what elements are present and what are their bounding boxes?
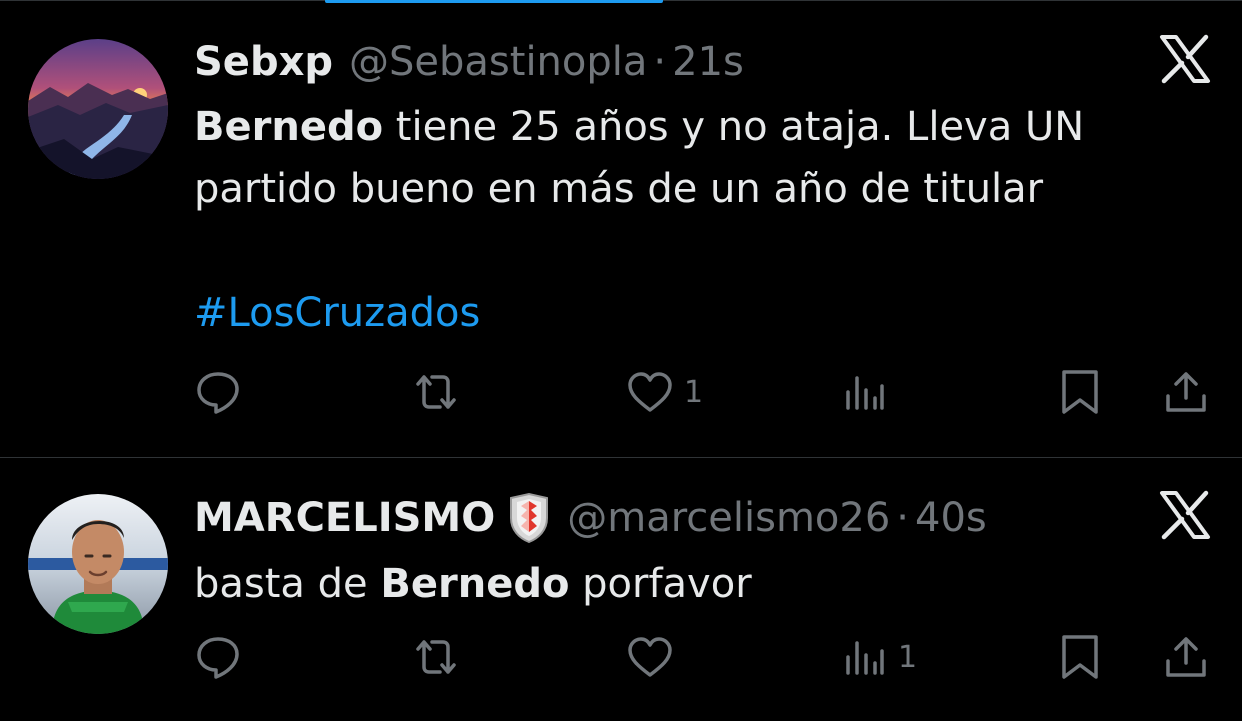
views-button[interactable]: 1 xyxy=(840,632,917,682)
like-button[interactable]: 1 xyxy=(626,367,703,417)
reply-icon xyxy=(197,637,239,679)
display-name[interactable]: MARCELISMO xyxy=(194,494,495,542)
heart-icon xyxy=(628,372,672,412)
tweet-line: Bernedo tiene 25 años y no ataja. Lleva … xyxy=(194,96,1154,158)
views-chart-icon xyxy=(846,376,884,410)
retweet-icon xyxy=(416,640,456,674)
share-button[interactable] xyxy=(1162,367,1210,417)
share-icon xyxy=(1166,372,1206,412)
handle[interactable]: @Sebastinopla xyxy=(349,38,647,86)
tweet-line: partido bueno en más de un año de titula… xyxy=(194,166,1044,212)
separator: · xyxy=(896,495,909,541)
tweet-text: basta de Bernedo porfavor xyxy=(194,553,1154,615)
bookmark-button[interactable] xyxy=(1056,632,1104,682)
avatar[interactable] xyxy=(28,39,168,179)
reply-icon xyxy=(197,372,239,414)
action-bar: 1 xyxy=(0,632,1242,682)
x-logo-icon[interactable] xyxy=(1158,33,1212,85)
x-logo-icon[interactable] xyxy=(1158,489,1212,541)
tweet-line: basta de Bernedo porfavor xyxy=(194,553,1154,615)
tweet[interactable]: MARCELISMO @marcelismo26 · 40s basta de … xyxy=(0,458,1242,721)
views-count: 1 xyxy=(898,639,918,675)
reply-button[interactable] xyxy=(194,367,252,417)
handle[interactable]: @marcelismo26 xyxy=(567,494,890,542)
bookmark-icon xyxy=(1062,635,1098,679)
tweet-text: Bernedo tiene 25 años y no ataja. Lleva … xyxy=(194,96,1154,344)
reply-button[interactable] xyxy=(194,632,252,682)
tweet-line: #LosCruzados xyxy=(194,282,1154,344)
text-segment: basta de xyxy=(194,561,381,607)
separator: · xyxy=(653,39,667,85)
timestamp[interactable]: 40s xyxy=(915,494,987,542)
share-icon xyxy=(1166,637,1206,677)
tweet-header: MARCELISMO @marcelismo26 · 40s xyxy=(194,492,987,544)
hashtag-link[interactable]: #LosCruzados xyxy=(194,290,480,336)
club-crest-badge-icon xyxy=(507,492,551,544)
display-name[interactable]: Sebxp xyxy=(194,38,333,86)
views-button[interactable] xyxy=(840,367,898,417)
retweet-button[interactable] xyxy=(412,632,470,682)
bold-mention: Bernedo xyxy=(194,104,384,150)
text-segment: tiene 25 años y no ataja. Lleva UN xyxy=(383,104,1085,150)
share-button[interactable] xyxy=(1162,632,1210,682)
text-segment: porfavor xyxy=(569,561,752,607)
timestamp[interactable]: 21s xyxy=(672,38,744,86)
views-chart-icon xyxy=(846,641,884,675)
heart-icon xyxy=(628,637,672,677)
avatar[interactable] xyxy=(28,494,168,634)
bookmark-icon xyxy=(1062,370,1098,414)
bookmark-button[interactable] xyxy=(1056,367,1104,417)
tweet[interactable]: Sebxp @Sebastinopla · 21s Bernedo tiene … xyxy=(0,0,1242,458)
sunset-landscape-avatar-icon xyxy=(28,39,168,179)
retweet-button[interactable] xyxy=(412,367,470,417)
tweet-header: Sebxp @Sebastinopla · 21s xyxy=(194,38,744,86)
bold-mention: Bernedo xyxy=(380,561,570,607)
retweet-icon xyxy=(416,375,456,409)
like-count: 1 xyxy=(684,374,704,410)
footballer-avatar-icon xyxy=(28,494,168,634)
action-bar: 1 xyxy=(0,367,1242,417)
like-button[interactable] xyxy=(626,632,684,682)
